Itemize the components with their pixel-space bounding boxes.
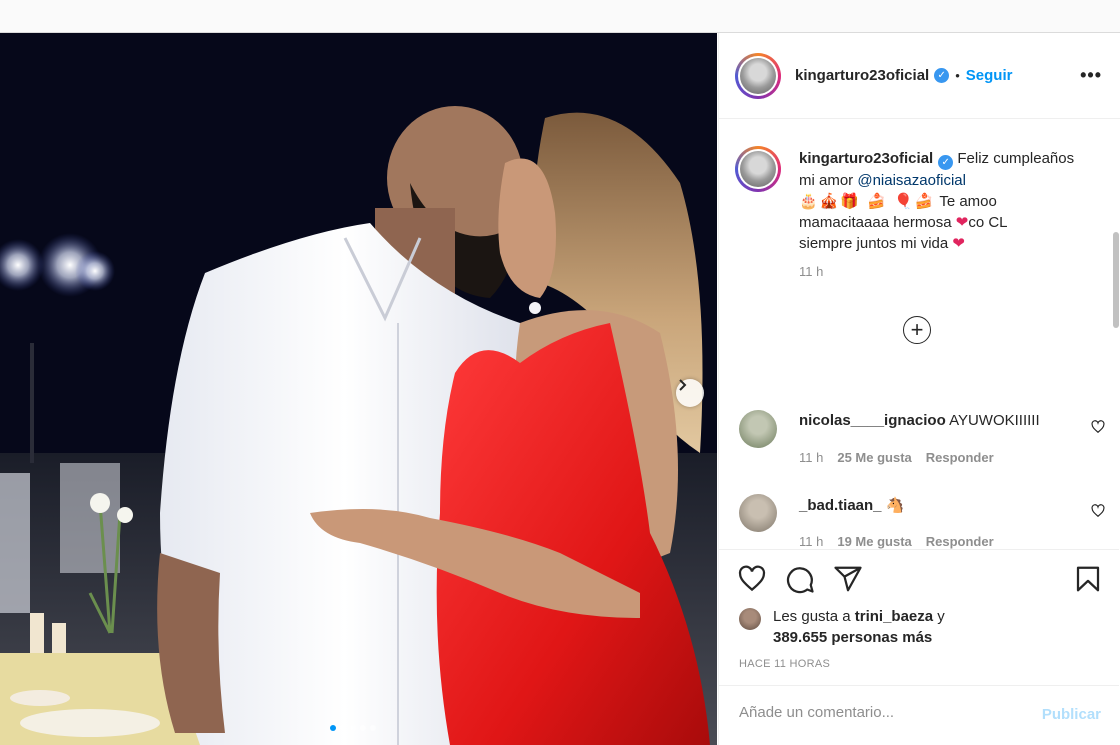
publish-button[interactable]: Publicar bbox=[1042, 706, 1101, 723]
post-header: kingarturo23oficial ✓ • Seguir ••• bbox=[719, 33, 1120, 119]
carousel-dots bbox=[330, 725, 376, 731]
liker-avatar[interactable] bbox=[739, 608, 761, 630]
comments-list[interactable]: kingarturo23oficial ✓ Feliz cumpleaños mi… bbox=[719, 120, 1119, 550]
follow-button[interactable]: Seguir bbox=[966, 67, 1013, 84]
heart-emoji: ❤ bbox=[955, 214, 969, 231]
likes-summary: Les gusta a trini_baeza y 389.655 person… bbox=[739, 606, 945, 648]
post-photo[interactable] bbox=[0, 33, 717, 745]
chevron-right-icon bbox=[679, 379, 687, 391]
comment-text: 🐴 bbox=[885, 497, 905, 514]
comment-likes[interactable]: 19 Me gusta bbox=[837, 534, 911, 549]
mention-link[interactable]: @niaisazaoficial bbox=[857, 172, 966, 189]
caption-time[interactable]: 11 h bbox=[799, 264, 823, 279]
commenter-avatar[interactable] bbox=[739, 494, 777, 532]
reply-button[interactable]: Responder bbox=[926, 450, 994, 465]
add-comment-bar: Publicar bbox=[719, 685, 1119, 745]
post-side-panel: kingarturo23oficial ✓ • Seguir ••• kinga… bbox=[718, 33, 1120, 745]
share-icon[interactable] bbox=[833, 564, 863, 594]
commenter-avatar[interactable] bbox=[739, 410, 777, 448]
carousel-dot bbox=[340, 725, 346, 731]
carousel-dot bbox=[350, 725, 356, 731]
likes-count[interactable]: 389.655 personas más bbox=[773, 629, 932, 646]
load-more-comments-button[interactable]: + bbox=[903, 316, 931, 344]
comments-scrollbar[interactable] bbox=[1113, 232, 1119, 328]
author-avatar[interactable] bbox=[735, 52, 781, 99]
comment-username[interactable]: nicolas____ignacioo bbox=[799, 412, 946, 429]
post-timestamp[interactable]: HACE 11 HORAS bbox=[739, 658, 830, 670]
top-bar bbox=[0, 0, 1120, 32]
next-photo-button[interactable] bbox=[676, 379, 704, 407]
comment-input[interactable] bbox=[739, 704, 1019, 721]
reply-button[interactable]: Responder bbox=[926, 534, 994, 549]
comment-username[interactable]: _bad.tiaan_ bbox=[799, 497, 882, 514]
caption-username[interactable]: kingarturo23oficial bbox=[799, 150, 933, 167]
avatar-image bbox=[740, 57, 776, 94]
heart-emoji: ❤ bbox=[952, 235, 965, 252]
like-comment-heart-icon[interactable] bbox=[1091, 504, 1105, 518]
caption-avatar[interactable] bbox=[735, 146, 781, 192]
more-options-icon[interactable]: ••• bbox=[1080, 65, 1102, 86]
comment-time[interactable]: 11 h bbox=[799, 450, 823, 465]
separator: • bbox=[955, 68, 960, 83]
post-actions: Les gusta a trini_baeza y 389.655 person… bbox=[719, 549, 1119, 685]
carousel-dot-active bbox=[330, 725, 336, 731]
comment-time[interactable]: 11 h bbox=[799, 534, 823, 549]
caption-text: kingarturo23oficial ✓ Feliz cumpleaños mi… bbox=[799, 150, 1075, 252]
post-dialog: kingarturo23oficial ✓ • Seguir ••• kinga… bbox=[0, 32, 1120, 745]
carousel-dot bbox=[360, 725, 366, 731]
comment-text: AYUWOKIIIIII bbox=[949, 412, 1040, 429]
verified-badge-icon: ✓ bbox=[934, 68, 950, 83]
heart-icon[interactable] bbox=[737, 564, 767, 594]
comment-likes[interactable]: 25 Me gusta bbox=[837, 450, 911, 465]
liker-username[interactable]: trini_baeza bbox=[855, 608, 933, 625]
comment-icon[interactable] bbox=[785, 564, 815, 594]
bookmark-icon[interactable] bbox=[1073, 564, 1103, 594]
author-username[interactable]: kingarturo23oficial bbox=[795, 67, 929, 84]
carousel-dot bbox=[370, 725, 376, 731]
photo-illustration bbox=[0, 33, 717, 745]
verified-badge-icon: ✓ bbox=[938, 155, 954, 170]
like-comment-heart-icon[interactable] bbox=[1091, 420, 1105, 434]
flag-emoji: co CL bbox=[968, 214, 1008, 231]
caption-emojis: 🎂🎪🎁 🍰 🎈🍰 bbox=[799, 193, 936, 210]
